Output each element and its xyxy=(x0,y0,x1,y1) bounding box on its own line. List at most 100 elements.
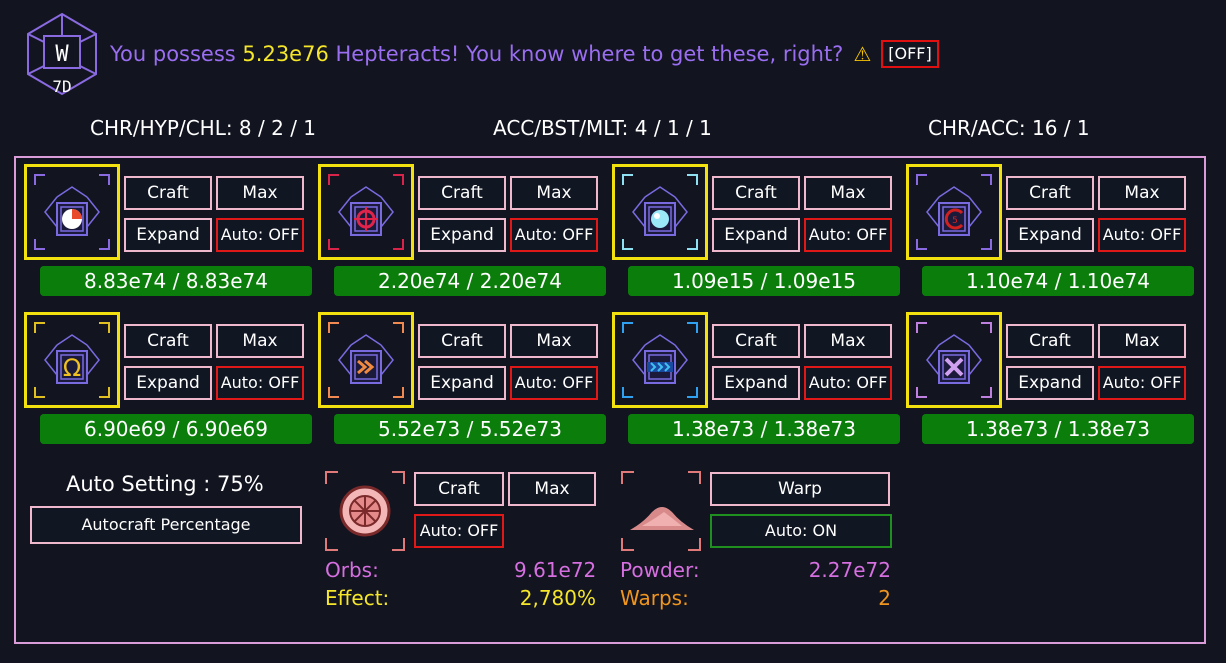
hepteract-tile-challenge: 5 Craft Max Expand Auto: OFF 1.10e74 / 1… xyxy=(906,164,1196,300)
powder-label: Powder: xyxy=(620,558,700,582)
intro-text: You possess xyxy=(110,42,236,66)
expand-button[interactable]: Expand xyxy=(1006,366,1094,400)
hepteract-progress-text: 2.20e74 / 2.20e74 xyxy=(377,269,563,293)
auto-toggle-button[interactable]: Auto: OFF xyxy=(804,218,892,252)
hepteract-tile-chronos: Craft Max Expand Auto: OFF 8.83e74 / 8.8… xyxy=(24,164,314,300)
expand-button[interactable]: Expand xyxy=(712,218,800,252)
pie-clock-icon xyxy=(34,174,110,250)
auto-toggle-button[interactable]: [OFF] xyxy=(881,40,939,68)
effect-value: 2,780% xyxy=(519,586,596,610)
hepteract-icon-frame[interactable]: 5 xyxy=(906,164,1002,260)
hepteract-tile-accelerator: Craft Max Expand Auto: OFF 5.52e73 / 5.5… xyxy=(318,312,608,448)
craft-button[interactable]: Craft xyxy=(712,324,800,358)
hepteract-tile-abyss: Ω Craft Max Expand Auto: OFF 6.90e69 / 6… xyxy=(24,312,314,448)
hepteract-progress-text: 1.38e73 / 1.38e73 xyxy=(965,417,1151,441)
orb-icon xyxy=(622,174,698,250)
challenge-c-icon: 5 xyxy=(916,174,992,250)
expand-button[interactable]: Expand xyxy=(418,218,506,252)
double-chevron-orange-icon xyxy=(328,322,404,398)
hepteract-progress-bar: 1.10e74 / 1.10e74 xyxy=(922,266,1194,296)
expand-button[interactable]: Expand xyxy=(418,366,506,400)
svg-text:Ω: Ω xyxy=(63,354,81,382)
craft-button[interactable]: Craft xyxy=(1006,324,1094,358)
hepteract-progress-bar: 1.38e73 / 1.38e73 xyxy=(628,414,900,444)
hepteract-logo: W 7D xyxy=(20,12,104,98)
svg-text:5: 5 xyxy=(952,216,958,226)
hepteract-progress-text: 8.83e74 / 8.83e74 xyxy=(83,269,269,293)
warning-icon: ⚠ xyxy=(853,42,872,66)
autocraft-percentage-button[interactable]: Autocraft Percentage xyxy=(30,506,302,544)
stat-chr-hyp-chl: CHR/HYP/CHL: 8 / 2 / 1 xyxy=(90,116,317,140)
orb-craft-button[interactable]: Craft xyxy=(414,472,504,506)
hepteract-tile-booster: Craft Max Expand Auto: OFF 1.38e73 / 1.3… xyxy=(612,312,902,448)
expand-button[interactable]: Expand xyxy=(1006,218,1094,252)
orb-auto-button[interactable]: Auto: OFF xyxy=(414,514,504,548)
hepteract-amount: 5.23e76 xyxy=(242,42,329,66)
auto-toggle-button[interactable]: Auto: OFF xyxy=(510,366,598,400)
craft-button[interactable]: Craft xyxy=(712,176,800,210)
svg-text:W: W xyxy=(55,42,69,67)
effect-label: Effect: xyxy=(325,586,390,610)
stat-chr-acc: CHR/ACC: 16 / 1 xyxy=(928,116,1090,140)
hepteract-progress-bar: 1.09e15 / 1.09e15 xyxy=(628,266,900,296)
svg-text:7D: 7D xyxy=(52,77,71,96)
hepteract-icon-frame[interactable] xyxy=(24,164,120,260)
auto-toggle-button[interactable]: Auto: OFF xyxy=(216,218,304,252)
suffix-text: Hepteracts! You know where to get these,… xyxy=(335,42,844,66)
craft-button[interactable]: Craft xyxy=(418,324,506,358)
hepteract-progress-text: 5.52e73 / 5.52e73 xyxy=(377,417,563,441)
hepteract-icon-frame[interactable]: Ω xyxy=(24,312,120,408)
max-button[interactable]: Max xyxy=(804,324,892,358)
hepteract-icon-frame[interactable] xyxy=(318,164,414,260)
triple-chevron-blue-icon xyxy=(622,322,698,398)
powder-pile-icon xyxy=(621,471,701,551)
hepteract-progress-bar: 2.20e74 / 2.20e74 xyxy=(334,266,606,296)
hepteract-tile-multiplier: Craft Max Expand Auto: OFF 1.38e73 / 1.3… xyxy=(906,312,1196,448)
orb-fan-icon xyxy=(325,471,405,551)
hepteract-progress-text: 6.90e69 / 6.90e69 xyxy=(83,417,269,441)
max-button[interactable]: Max xyxy=(510,324,598,358)
craft-button[interactable]: Craft xyxy=(418,176,506,210)
hepteract-icon-frame[interactable] xyxy=(612,164,708,260)
hepteract-progress-bar: 1.38e73 / 1.38e73 xyxy=(922,414,1194,444)
orbs-label: Orbs: xyxy=(325,558,379,582)
hepteract-icon-frame[interactable] xyxy=(612,312,708,408)
auto-toggle-button[interactable]: Auto: OFF xyxy=(1098,218,1186,252)
hepteract-progress-bar: 5.52e73 / 5.52e73 xyxy=(334,414,606,444)
expand-button[interactable]: Expand xyxy=(124,218,212,252)
orbs-value: 9.61e72 xyxy=(514,558,597,582)
auto-toggle-button[interactable]: Auto: OFF xyxy=(510,218,598,252)
max-button[interactable]: Max xyxy=(1098,324,1186,358)
orb-max-button[interactable]: Max xyxy=(508,472,596,506)
auto-toggle-button[interactable]: Auto: OFF xyxy=(804,366,892,400)
hepteract-progress-bar: 8.83e74 / 8.83e74 xyxy=(40,266,312,296)
craft-button[interactable]: Craft xyxy=(124,176,212,210)
hepteract-summary: You possess 5.23e76 Hepteracts! You know… xyxy=(110,40,939,68)
max-button[interactable]: Max xyxy=(510,176,598,210)
craft-button[interactable]: Craft xyxy=(1006,176,1094,210)
x-multiply-icon xyxy=(916,322,992,398)
powder-auto-button[interactable]: Auto: ON xyxy=(710,514,892,548)
craft-button[interactable]: Craft xyxy=(124,324,212,358)
max-button[interactable]: Max xyxy=(804,176,892,210)
omega-icon: Ω xyxy=(34,322,110,398)
auto-toggle-button[interactable]: Auto: OFF xyxy=(216,366,304,400)
hepteract-progress-text: 1.10e74 / 1.10e74 xyxy=(965,269,1151,293)
warps-value: 2 xyxy=(878,586,891,610)
hepteract-tile-hyperrealism: Craft Max Expand Auto: OFF 2.20e74 / 2.2… xyxy=(318,164,608,300)
max-button[interactable]: Max xyxy=(216,176,304,210)
hepteract-progress-text: 1.38e73 / 1.38e73 xyxy=(671,417,857,441)
warp-button[interactable]: Warp xyxy=(710,472,890,506)
powder-value: 2.27e72 xyxy=(808,558,891,582)
orb-icon-frame xyxy=(324,470,406,552)
max-button[interactable]: Max xyxy=(1098,176,1186,210)
crosshair-icon xyxy=(328,174,404,250)
auto-toggle-button[interactable]: Auto: OFF xyxy=(1098,366,1186,400)
warps-label: Warps: xyxy=(620,586,689,610)
expand-button[interactable]: Expand xyxy=(124,366,212,400)
max-button[interactable]: Max xyxy=(216,324,304,358)
hepteract-icon-frame[interactable] xyxy=(318,312,414,408)
hepteract-icon-frame[interactable] xyxy=(906,312,1002,408)
expand-button[interactable]: Expand xyxy=(712,366,800,400)
hepteract-progress-bar: 6.90e69 / 6.90e69 xyxy=(40,414,312,444)
